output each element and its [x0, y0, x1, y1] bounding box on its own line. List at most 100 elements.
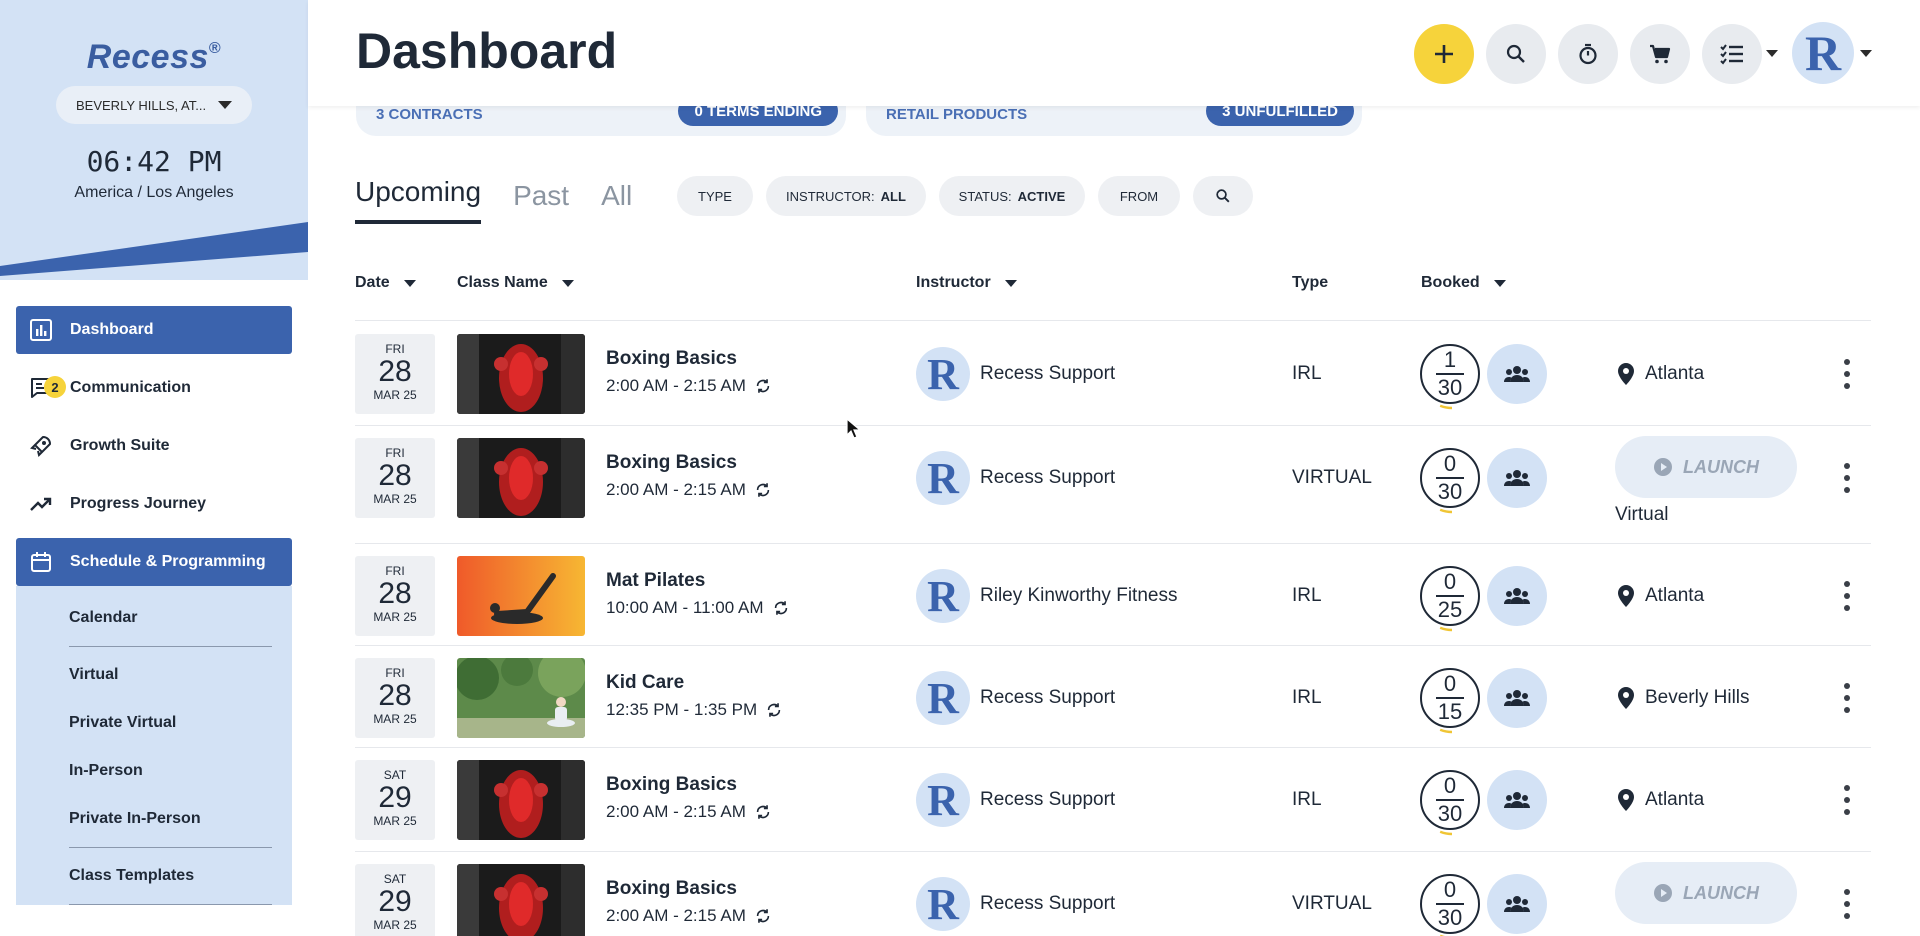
instructor-filter[interactable]: INSTRUCTOR: ALL — [766, 176, 926, 216]
instructor-name: Recess Support — [980, 789, 1116, 810]
class-thumbnail[interactable] — [457, 334, 585, 414]
search-button[interactable] — [1486, 24, 1546, 84]
instructor-avatar: R — [916, 569, 970, 623]
chart-icon — [28, 317, 54, 343]
sort-caret-icon — [403, 279, 416, 287]
class-thumbnail[interactable] — [457, 864, 585, 936]
roster-button[interactable] — [1487, 874, 1547, 934]
location-pin-icon — [1618, 363, 1634, 385]
sort-caret-icon — [1493, 279, 1506, 287]
class-thumbnail[interactable] — [457, 556, 585, 636]
chevron-down-icon[interactable] — [1860, 50, 1872, 57]
class-time-text: 2:00 AM - 2:15 AM — [606, 480, 746, 499]
filter-label: STATUS: — [958, 188, 1012, 204]
tab-past[interactable]: Past — [513, 180, 569, 224]
launch-button[interactable]: LAUNCH — [1615, 862, 1797, 924]
filter-search-button[interactable] — [1193, 176, 1253, 216]
column-header-instructor[interactable]: Instructor — [916, 274, 1017, 292]
table-row[interactable]: FRI 28 MAR 25 Kid Care 12:35 PM - 1:35 PM R Re… — [355, 646, 1871, 748]
sidebar-item-progress-journey[interactable]: Progress Journey — [16, 480, 292, 528]
location-select[interactable]: BEVERLY HILLS, AT... — [56, 86, 252, 124]
class-thumbnail[interactable] — [457, 760, 585, 840]
tab-all[interactable]: All — [601, 180, 632, 224]
instructor-name: Recess Support — [980, 893, 1116, 914]
roster-button[interactable] — [1487, 566, 1547, 626]
location-pin-icon — [1618, 585, 1634, 607]
date-month: MAR 25 — [373, 814, 417, 828]
subnav-item-private-in-person[interactable]: Private In-Person — [16, 795, 292, 843]
group-icon — [1504, 470, 1530, 486]
roster-button[interactable] — [1487, 668, 1547, 728]
type-filter[interactable]: TYPE — [677, 176, 753, 216]
subnav-item-in-person[interactable]: In-Person — [16, 747, 292, 795]
class-time-text: 12:35 PM - 1:35 PM — [606, 700, 758, 719]
class-name[interactable]: Mat Pilates — [606, 570, 705, 592]
sidebar-item-schedule-programming[interactable]: Schedule & Programming — [16, 538, 292, 586]
table-row[interactable]: FRI 28 MAR 25 Mat Pilates 10:00 AM - 11:00 A… — [355, 544, 1871, 646]
subnav-item-virtual[interactable]: Virtual — [16, 651, 292, 699]
more-options-icon[interactable] — [1837, 785, 1857, 815]
subnav-item-private-virtual[interactable]: Private Virtual — [16, 699, 292, 747]
retail-products-label: RETAIL PRODUCTS — [886, 105, 1028, 123]
filter-value: ACTIVE — [1017, 188, 1066, 204]
date-badge: FRI 28 MAR 25 — [355, 334, 435, 414]
more-options-icon[interactable] — [1837, 359, 1857, 389]
timezone-label: America / Los Angeles — [74, 184, 234, 201]
table-row[interactable]: FRI 28 MAR 25 Boxing Basics 2:00 AM - 2:15 A… — [355, 426, 1871, 544]
class-type: IRL — [1292, 687, 1322, 708]
more-options-icon[interactable] — [1837, 581, 1857, 611]
class-thumbnail[interactable] — [457, 438, 585, 518]
timer-button[interactable] — [1558, 24, 1618, 84]
booked-count: 1 30 — [1418, 342, 1486, 410]
schedule-subnav: Calendar Virtual Private Virtual In-Pers… — [16, 586, 292, 905]
more-options-icon[interactable] — [1837, 683, 1857, 713]
roster-button[interactable] — [1487, 344, 1547, 404]
class-name[interactable]: Boxing Basics — [606, 774, 737, 796]
sidebar-item-communication[interactable]: 2 Communication — [16, 364, 292, 412]
class-name[interactable]: Boxing Basics — [606, 878, 737, 900]
class-thumbnail[interactable] — [457, 658, 585, 738]
column-header-class-name[interactable]: Class Name — [457, 274, 574, 292]
recurring-icon — [767, 703, 781, 717]
date-month: MAR 25 — [373, 388, 417, 402]
launch-button[interactable]: LAUNCH — [1615, 436, 1797, 498]
more-options-icon[interactable] — [1837, 463, 1857, 493]
subnav-item-calendar[interactable]: Calendar — [16, 594, 292, 642]
roster-button[interactable] — [1487, 770, 1547, 830]
chevron-down-icon[interactable] — [1766, 50, 1778, 57]
subnav-item-class-templates[interactable]: Class Templates — [16, 852, 292, 900]
column-header-booked[interactable]: Booked — [1421, 274, 1506, 292]
date-weekday: SAT — [383, 872, 407, 886]
add-button[interactable] — [1414, 24, 1474, 84]
checklist-icon — [1720, 44, 1743, 65]
table-row[interactable]: SAT 29 MAR 25 Boxing Basics 2:00 AM - 2:15 A… — [355, 748, 1871, 852]
sidebar-item-label: Communication — [70, 379, 191, 396]
from-filter[interactable]: FROM — [1098, 176, 1180, 216]
class-time-text: 2:00 AM - 2:15 AM — [606, 802, 746, 821]
table-row[interactable]: SAT 29 MAR 25 Boxing Basics 2:00 AM - 2:15 A… — [355, 852, 1871, 936]
status-filter[interactable]: STATUS: ACTIVE — [939, 176, 1085, 216]
cart-button[interactable] — [1630, 24, 1690, 84]
class-time: 10:00 AM - 11:00 AM — [606, 598, 790, 618]
sidebar-item-label: Schedule & Programming — [70, 553, 266, 570]
table-row[interactable]: FRI 28 MAR 25 Boxing Basics 2:00 AM - 2:15 A… — [355, 322, 1871, 426]
tasks-button[interactable] — [1702, 24, 1762, 84]
sidebar-item-growth-suite[interactable]: Growth Suite — [16, 422, 292, 470]
roster-button[interactable] — [1487, 448, 1547, 508]
search-icon — [1216, 189, 1230, 203]
date-day: 28 — [378, 679, 412, 712]
class-tabs: Upcoming Past All — [355, 176, 664, 224]
column-header-date[interactable]: Date — [355, 274, 416, 292]
more-options-icon[interactable] — [1837, 889, 1857, 919]
instructor-name: Riley Kinworthy Fitness — [980, 585, 1178, 606]
rocket-icon — [28, 433, 54, 459]
class-time-text: 10:00 AM - 11:00 AM — [606, 598, 764, 617]
user-avatar[interactable]: R — [1792, 22, 1854, 84]
tab-upcoming[interactable]: Upcoming — [355, 176, 482, 224]
class-name[interactable]: Kid Care — [606, 672, 684, 694]
date-day: 28 — [378, 577, 412, 610]
sidebar-item-dashboard[interactable]: Dashboard — [16, 306, 292, 354]
class-name[interactable]: Boxing Basics — [606, 348, 737, 370]
class-name[interactable]: Boxing Basics — [606, 452, 737, 474]
booking-progress-ring — [1418, 342, 1486, 410]
